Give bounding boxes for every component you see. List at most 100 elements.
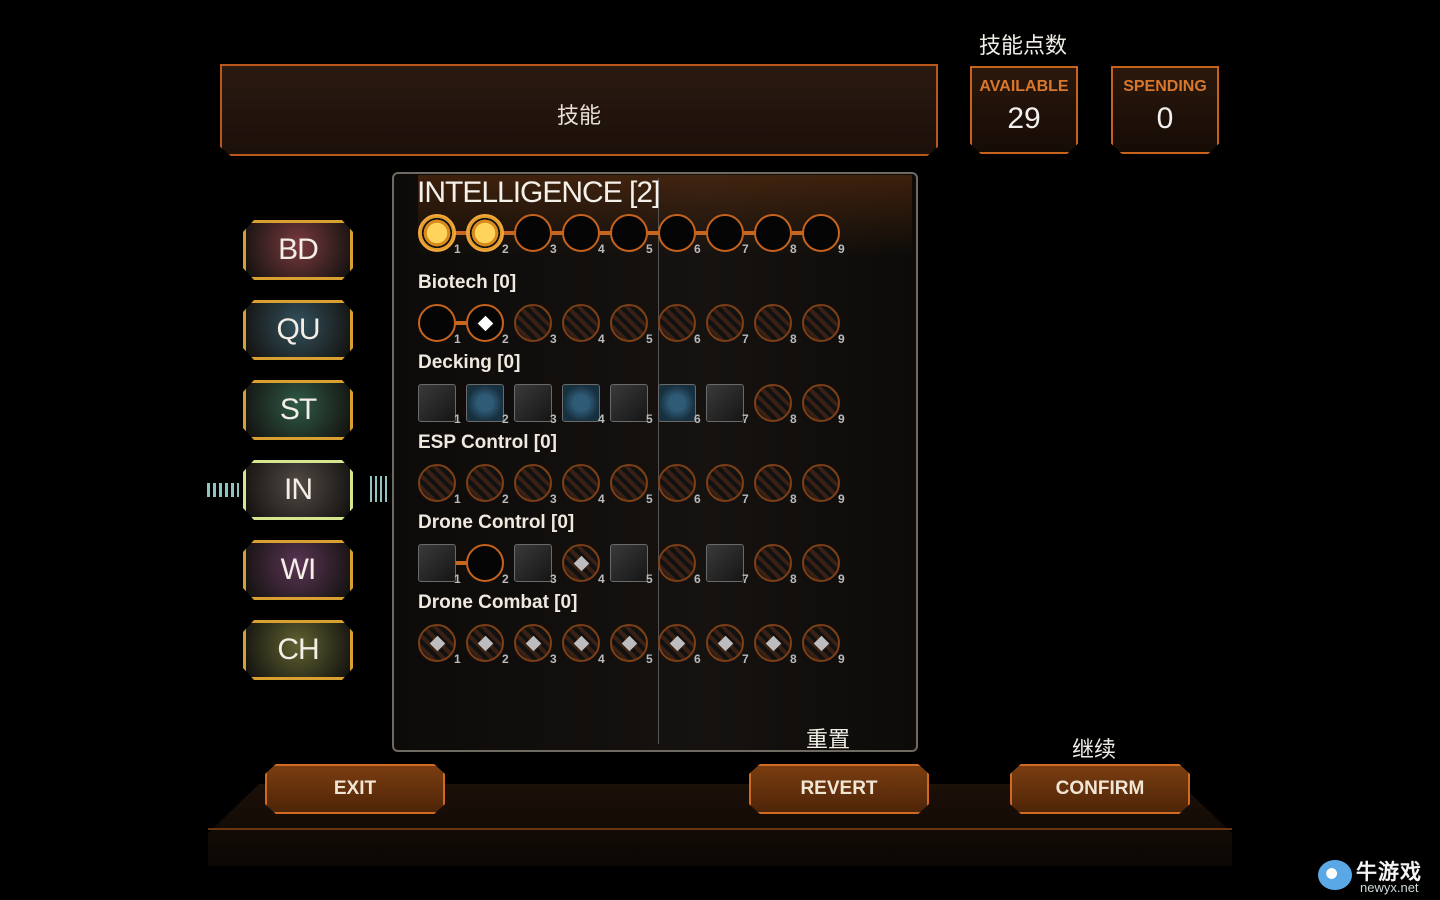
- skill-node[interactable]: [466, 304, 504, 342]
- node-number: 4: [598, 572, 605, 586]
- node-number: 2: [502, 572, 509, 586]
- skill-node[interactable]: [514, 544, 552, 582]
- skill-node[interactable]: [706, 304, 744, 342]
- attribute-button-in[interactable]: IN: [243, 460, 353, 520]
- attribute-button-qu[interactable]: QU: [243, 300, 353, 360]
- skill-node[interactable]: [658, 544, 696, 582]
- skill-node[interactable]: [514, 384, 552, 422]
- node-number: 5: [646, 332, 653, 346]
- skill-node[interactable]: [610, 464, 648, 502]
- node-number: 3: [550, 242, 557, 256]
- node-number: 6: [694, 412, 701, 426]
- attribute-code: BD: [278, 233, 319, 266]
- skill-node[interactable]: [802, 464, 840, 502]
- watermark-logo-icon: [1318, 860, 1352, 890]
- node-number: 9: [838, 492, 845, 506]
- skill-node[interactable]: [754, 304, 792, 342]
- skill-node[interactable]: [514, 624, 552, 662]
- skill-node[interactable]: [562, 464, 600, 502]
- skill-node[interactable]: [610, 624, 648, 662]
- node-number: 1: [454, 572, 461, 586]
- bottom-rim: [208, 828, 1232, 830]
- skill-node[interactable]: [562, 384, 600, 422]
- attribute-level-node: [706, 214, 744, 252]
- node-number: 3: [550, 412, 557, 426]
- skill-node[interactable]: [754, 384, 792, 422]
- node-number: 7: [742, 492, 749, 506]
- diamond-icon: [429, 635, 446, 652]
- node-number: 5: [646, 242, 653, 256]
- available-value: 29: [1007, 102, 1041, 135]
- skill-node[interactable]: [802, 384, 840, 422]
- attribute-button-bd[interactable]: BD: [243, 220, 353, 280]
- node-number: 9: [838, 332, 845, 346]
- skill-node[interactable]: [418, 624, 456, 662]
- exit-button[interactable]: EXIT: [265, 764, 445, 814]
- skill-node[interactable]: [562, 624, 600, 662]
- node-number: 7: [742, 242, 749, 256]
- skill-node[interactable]: [514, 464, 552, 502]
- watermark-sub: newyx.net: [1360, 880, 1419, 895]
- skill-node[interactable]: [466, 464, 504, 502]
- attribute-code: CH: [277, 633, 319, 666]
- attribute-button-st[interactable]: ST: [243, 380, 353, 440]
- skill-node[interactable]: [562, 544, 600, 582]
- skill-node[interactable]: [466, 544, 504, 582]
- watermark: 牛游戏 newyx.net: [1318, 856, 1436, 896]
- skill-node[interactable]: [706, 624, 744, 662]
- revert-button[interactable]: REVERT: [749, 764, 929, 814]
- skill-node[interactable]: [802, 304, 840, 342]
- skill-node[interactable]: [658, 304, 696, 342]
- spending-points-box: SPENDING 0: [1111, 66, 1219, 154]
- skill-node[interactable]: [418, 464, 456, 502]
- skill-node[interactable]: [466, 384, 504, 422]
- skill-node[interactable]: [610, 544, 648, 582]
- confirm-caption: 继续: [1072, 738, 1117, 763]
- node-number: 8: [790, 412, 797, 426]
- confirm-button[interactable]: CONFIRM: [1010, 764, 1190, 814]
- skill-node[interactable]: [802, 624, 840, 662]
- attribute-button-wi[interactable]: WI: [243, 540, 353, 600]
- diamond-icon: [477, 315, 494, 332]
- node-number: 8: [790, 572, 797, 586]
- revert-caption: 重置: [806, 728, 851, 753]
- skill-node[interactable]: [418, 384, 456, 422]
- skill-node[interactable]: [610, 384, 648, 422]
- skill-node[interactable]: [706, 544, 744, 582]
- skill-node[interactable]: [658, 624, 696, 662]
- node-number: 7: [742, 652, 749, 666]
- node-number: 1: [454, 332, 461, 346]
- attribute-code: WI: [280, 553, 317, 586]
- node-number: 4: [598, 242, 605, 256]
- attribute-code: ST: [279, 393, 317, 426]
- attribute-button-ch[interactable]: CH: [243, 620, 353, 680]
- skill-node[interactable]: [466, 624, 504, 662]
- node-number: 9: [838, 652, 845, 666]
- skill-node[interactable]: [706, 384, 744, 422]
- node-number: 8: [790, 242, 797, 256]
- skill-node[interactable]: [514, 304, 552, 342]
- node-number: 6: [694, 242, 701, 256]
- node-number: 2: [502, 242, 509, 256]
- skill-node[interactable]: [658, 464, 696, 502]
- node-number: 9: [838, 242, 845, 256]
- skill-node[interactable]: [802, 544, 840, 582]
- skill-points-caption: 技能点数: [978, 34, 1067, 59]
- diamond-icon: [765, 635, 782, 652]
- node-number: 2: [502, 492, 509, 506]
- skill-node[interactable]: [754, 544, 792, 582]
- skill-node[interactable]: [754, 624, 792, 662]
- node-number: 7: [742, 332, 749, 346]
- skill-node[interactable]: [706, 464, 744, 502]
- attribute-code: QU: [276, 313, 321, 346]
- attribute-level-node: [658, 214, 696, 252]
- skill-node[interactable]: [562, 304, 600, 342]
- node-number: 4: [598, 652, 605, 666]
- attribute-level-node: [514, 214, 552, 252]
- node-number: 1: [454, 492, 461, 506]
- skill-node[interactable]: [418, 304, 456, 342]
- skill-node[interactable]: [610, 304, 648, 342]
- skill-node[interactable]: [418, 544, 456, 582]
- skill-node[interactable]: [658, 384, 696, 422]
- skill-node[interactable]: [754, 464, 792, 502]
